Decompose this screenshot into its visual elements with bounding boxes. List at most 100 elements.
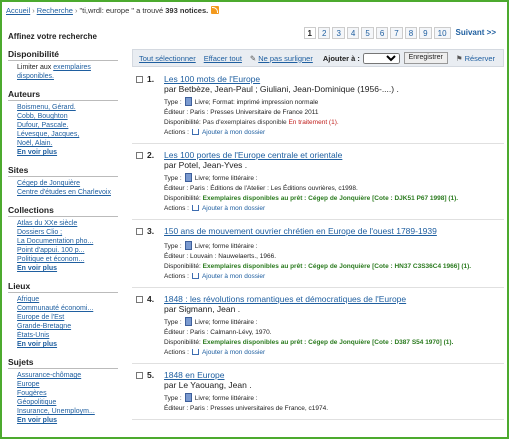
record-title-link[interactable]: 150 ans de mouvement ouvrier chrétien en… <box>164 226 504 236</box>
record-availability: Exemplaires disponibles au prêt : <box>202 195 307 202</box>
facet-item-link[interactable]: Communauté économi... <box>17 305 93 312</box>
facet-item: États-Unis <box>17 331 118 340</box>
page-link[interactable]: 2 <box>318 27 331 39</box>
facet-item-link[interactable]: Atlas du XXe siècle <box>17 220 77 227</box>
facet-item-link[interactable]: La Documentation pho... <box>17 238 93 245</box>
result-count: 393 notices. <box>165 6 209 15</box>
page-link[interactable]: 4 <box>346 27 360 39</box>
record-checkbox[interactable] <box>136 228 143 235</box>
cart-icon <box>191 273 199 279</box>
facet-item-link[interactable]: États-Unis <box>17 332 49 339</box>
facet-item-link[interactable]: Europe de l'Est <box>17 314 64 321</box>
page-link[interactable]: 6 <box>375 27 389 39</box>
page-link[interactable]: 7 <box>390 27 403 39</box>
add-to-folder-link[interactable]: Ajouter à mon dossier <box>202 349 265 356</box>
cart-icon <box>191 129 199 135</box>
facet-item-link[interactable]: Noël, Alain. <box>17 140 52 147</box>
page-link[interactable]: 8 <box>404 27 418 39</box>
record-checkbox[interactable] <box>136 76 143 83</box>
facet-item: Centre d'études en Charlevoix <box>17 188 118 197</box>
book-icon <box>184 393 192 402</box>
refine-sidebar: Affinez votre recherche Disponibilité Li… <box>6 30 118 437</box>
book-icon <box>184 97 192 106</box>
add-to-folder-link[interactable]: Ajouter à mon dossier <box>202 273 265 280</box>
breadcrumb-home-link[interactable]: Accueil <box>6 6 30 15</box>
record-availability-detail: En traitement (1). <box>288 119 339 126</box>
record-title-link[interactable]: 1848 : les révolutions romantiques et dé… <box>164 294 504 304</box>
facet-item-link[interactable]: Centre d'études en Charlevoix <box>17 189 111 196</box>
page-link[interactable]: 10 <box>433 27 451 39</box>
facet-heading: Lieux <box>8 281 118 293</box>
facet-item-link[interactable]: Lévesque, Jacques, <box>17 131 79 138</box>
select-all-link[interactable]: Tout sélectionner <box>139 54 196 63</box>
facet-item-link[interactable]: Point d'appui. 100 p... <box>17 247 85 254</box>
add-to-folder-link[interactable]: Ajouter à mon dossier <box>202 205 265 212</box>
show-more-link[interactable]: En voir plus <box>17 265 57 272</box>
show-more-link[interactable]: En voir plus <box>17 341 57 348</box>
record-actions-line: Actions : Ajouter à mon dossier <box>164 204 504 214</box>
cart-icon <box>191 205 199 211</box>
record-author: par Le Yaouang, Jean . <box>164 380 252 390</box>
refine-title: Affinez votre recherche <box>8 32 97 41</box>
clear-all-link[interactable]: Effacer tout <box>204 54 242 63</box>
facet-item-link[interactable]: Europe <box>17 381 40 388</box>
facet-item: Afrique <box>17 295 118 304</box>
facet-item-link[interactable]: Afrique <box>17 296 39 303</box>
page-link[interactable]: 9 <box>419 27 432 39</box>
record-title-link[interactable]: Les 100 mots de l'Europe <box>164 74 504 84</box>
facet-item-link[interactable]: Boismenu, Gérard. <box>17 104 76 111</box>
facet-item-link[interactable]: Fougères <box>17 390 47 397</box>
facet-item-link[interactable]: Géopolitique <box>17 399 56 406</box>
breadcrumb: Accueil › Recherche › "ti,wrdl: europe " a t… <box>6 6 220 18</box>
facet-items: Boismenu, Gérard. Cobb, Boughton Dufour, P… <box>6 103 118 157</box>
facet-item-link[interactable]: Cégep de Jonquière <box>17 180 80 187</box>
add-to-folder-link[interactable]: Ajouter à mon dossier <box>202 129 265 136</box>
result-record: 1. Les 100 mots de l'Europe par Betbèze, J… <box>132 68 504 144</box>
record-checkbox[interactable] <box>136 296 143 303</box>
facet-item-link[interactable]: Cobb, Boughton <box>17 113 68 120</box>
facet-heading: Disponibilité <box>8 49 118 61</box>
facet-more: En voir plus <box>17 416 118 425</box>
record-number: 1. <box>147 74 155 84</box>
save-button[interactable]: Enregistrer <box>403 52 448 64</box>
facet-item-link[interactable]: Grande-Bretagne <box>17 323 71 330</box>
record-title-link[interactable]: 1848 en Europe <box>164 370 504 380</box>
record-availability-line: Disponibilité: Pas d'exemplaires disponi… <box>164 118 504 128</box>
record-availability-detail: Cégep de Jonquière [Cote : HN37 C3S36C4 … <box>308 263 472 270</box>
record-number: 4. <box>147 294 155 304</box>
facet-item: Cobb, Boughton <box>17 112 118 121</box>
rss-icon[interactable] <box>211 6 220 14</box>
show-more-link[interactable]: En voir plus <box>17 149 57 156</box>
page-link[interactable]: 1 <box>303 27 316 39</box>
book-icon <box>184 317 192 326</box>
no-highlight-link[interactable]: Ne pas surligner <box>258 54 313 63</box>
editor-label: Éditeur : <box>164 329 189 336</box>
add-to-select[interactable] <box>362 52 400 64</box>
reserve-link[interactable]: Réserver <box>465 54 495 63</box>
record-checkbox[interactable] <box>136 152 143 159</box>
facet-item: La Documentation pho... <box>17 237 118 246</box>
page-link[interactable]: 5 <box>361 27 374 39</box>
facet-item-link[interactable]: Dufour, Pascale. <box>17 122 68 129</box>
reserve-icon: ⚑ <box>455 53 463 63</box>
facet-heading: Collections <box>8 205 118 217</box>
add-to-label: Ajouter à : <box>322 53 360 63</box>
result-record: 5. 1848 en Europe par Le Yaouang, Jean . Ty… <box>132 364 504 420</box>
facet-item: Atlas du XXe siècle <box>17 219 118 228</box>
facet-item: Dufour, Pascale. <box>17 121 118 130</box>
facet-item-link[interactable]: Insurance, Unemploym... <box>17 408 95 415</box>
facet-item-link[interactable]: Assurance-chômage <box>17 372 81 379</box>
record-actions-line: Actions : Ajouter à mon dossier <box>164 348 504 358</box>
actions-label: Actions : <box>164 129 189 136</box>
facet-collections: Collections Atlas du XXe siècle Dossiers C… <box>6 205 118 273</box>
breadcrumb-search-link[interactable]: Recherche <box>37 6 73 15</box>
page-link[interactable]: 3 <box>332 27 345 39</box>
show-more-link[interactable]: En voir plus <box>17 417 57 424</box>
facet-more: En voir plus <box>17 264 118 273</box>
record-checkbox[interactable] <box>136 372 143 379</box>
record-title-link[interactable]: Les 100 portes de l'Europe centrale et o… <box>164 150 504 160</box>
facet-item-link[interactable]: Dossiers Clio ; <box>17 229 62 236</box>
next-page-link[interactable]: Suivant >> <box>453 27 499 39</box>
record-type-line: Type : Livre; forme littéraire : <box>164 173 504 184</box>
facet-item-link[interactable]: Politique et économ... <box>17 256 84 263</box>
